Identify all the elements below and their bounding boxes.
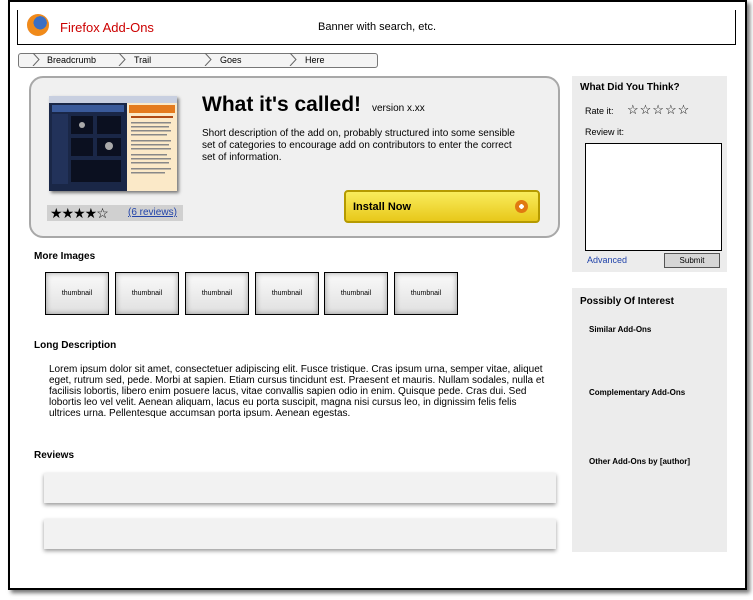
breadcrumb-label: Goes xyxy=(220,55,242,65)
breadcrumb-label: Trail xyxy=(134,55,152,65)
similar-addons-link[interactable]: Similar Add-Ons xyxy=(589,325,651,334)
firefox-logo-icon[interactable] xyxy=(27,14,49,36)
feedback-heading: What Did You Think? xyxy=(580,82,680,93)
possibly-of-interest-panel: Possibly Of Interest Similar Add-Ons Com… xyxy=(572,288,727,552)
screenshot-image xyxy=(49,96,177,191)
long-description-text: Lorem ipsum dolor sit amet, consectetuer… xyxy=(49,364,545,419)
review-card xyxy=(44,519,556,549)
thumbnail[interactable]: thumbnail xyxy=(394,272,458,315)
addon-short-description: Short description of the add on, probabl… xyxy=(202,128,515,163)
breadcrumb-label: Here xyxy=(305,55,325,65)
more-images-heading: More Images xyxy=(34,251,96,262)
addon-title: What it's called! xyxy=(202,93,362,116)
site-brand[interactable]: Firefox Add-Ons xyxy=(60,20,154,35)
rate-label: Rate it: xyxy=(585,106,614,116)
rate-stars-icon[interactable]: ☆☆☆☆☆ xyxy=(627,102,690,118)
thumbnail[interactable]: thumbnail xyxy=(185,272,249,315)
breadcrumb-item[interactable]: Goes xyxy=(204,53,242,67)
install-button-label: Install Now xyxy=(353,201,412,213)
rating-stars-icon: ★★★★☆ xyxy=(50,205,109,221)
chevron-right-icon xyxy=(118,53,126,66)
rating-summary: ★★★★☆ (6 reviews) xyxy=(47,205,183,221)
thumbnail[interactable]: thumbnail xyxy=(45,272,109,315)
breadcrumb-item[interactable]: Breadcrumb xyxy=(47,54,96,67)
chevron-right-icon xyxy=(289,53,297,66)
reviews-link[interactable]: (6 reviews) xyxy=(128,207,177,218)
review-label: Review it: xyxy=(585,127,625,137)
addon-screenshot[interactable] xyxy=(49,96,177,191)
thumbnail[interactable]: thumbnail xyxy=(324,272,388,315)
feedback-panel: What Did You Think? Rate it: ☆☆☆☆☆ Revie… xyxy=(572,76,727,272)
reviews-heading: Reviews xyxy=(34,450,75,461)
breadcrumb: Breadcrumb Trail Goes Here xyxy=(18,53,378,68)
interest-heading: Possibly Of Interest xyxy=(580,296,674,307)
other-addons-by-author-link[interactable]: Other Add-Ons by [author] xyxy=(589,457,690,466)
advanced-link[interactable]: Advanced xyxy=(587,255,627,265)
breadcrumb-item[interactable]: Here xyxy=(289,53,325,67)
download-icon xyxy=(515,200,528,213)
long-description-heading: Long Description xyxy=(34,340,117,351)
review-textarea[interactable] xyxy=(585,143,722,251)
addon-version: version x.xx xyxy=(372,103,425,114)
chevron-right-icon xyxy=(32,53,40,66)
review-card xyxy=(44,473,556,503)
chevron-right-icon xyxy=(204,53,212,66)
breadcrumb-item[interactable]: Trail xyxy=(118,53,152,67)
complementary-addons-link[interactable]: Complementary Add-Ons xyxy=(589,388,685,397)
banner-placeholder: Banner with search, etc. xyxy=(318,21,437,33)
install-button[interactable]: Install Now xyxy=(344,190,540,223)
thumbnail[interactable]: thumbnail xyxy=(255,272,319,315)
submit-button[interactable]: Submit xyxy=(664,253,720,268)
thumbnail[interactable]: thumbnail xyxy=(115,272,179,315)
